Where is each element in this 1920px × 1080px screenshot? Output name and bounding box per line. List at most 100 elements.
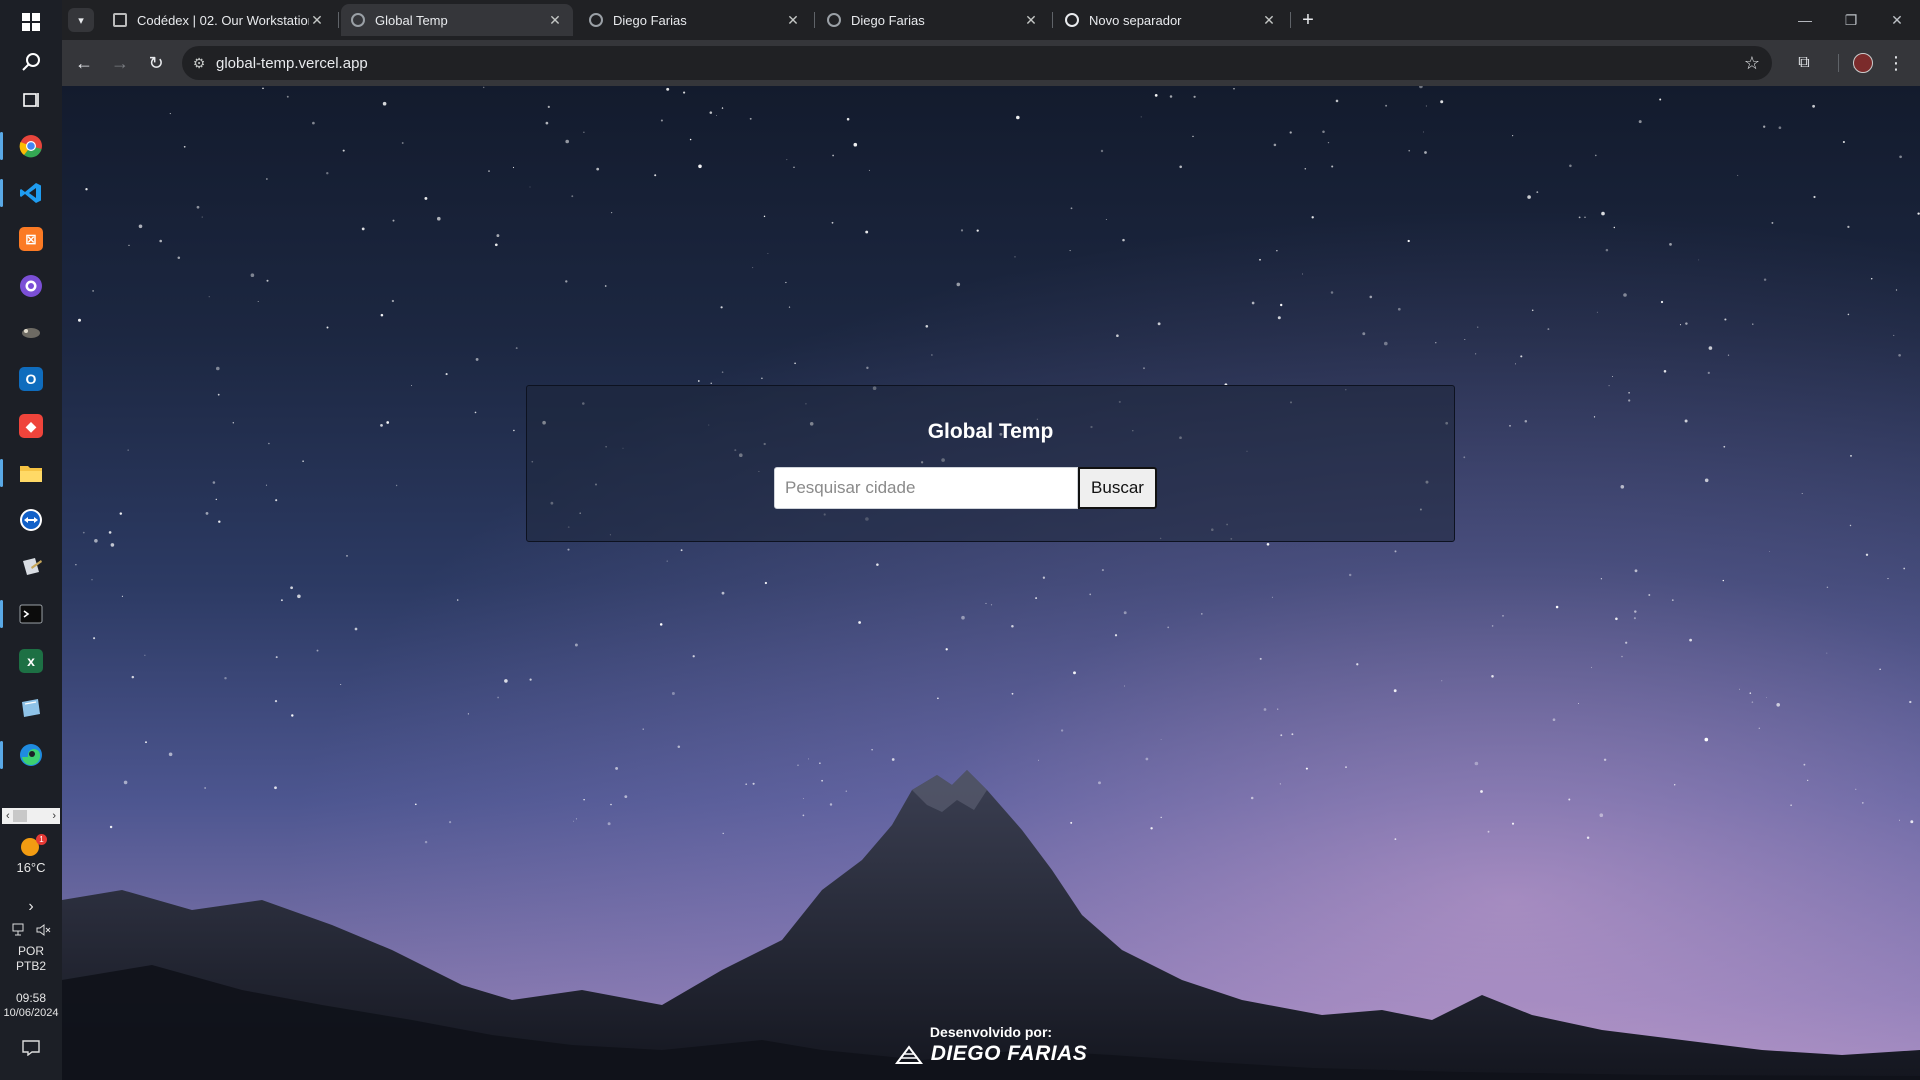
star xyxy=(1277,316,1281,320)
search-button[interactable]: Buscar xyxy=(1078,467,1157,509)
scroll-left-icon[interactable]: ‹ xyxy=(2,810,10,822)
new-tab-button[interactable]: + xyxy=(1294,6,1322,34)
star xyxy=(1751,701,1754,703)
star xyxy=(865,230,869,234)
star xyxy=(78,318,81,322)
star xyxy=(1903,567,1906,570)
star xyxy=(1291,733,1294,736)
notification-center-icon[interactable] xyxy=(0,1040,62,1061)
bookmark-star-icon[interactable]: ☆ xyxy=(1744,53,1760,74)
close-window-button[interactable]: ✕ xyxy=(1874,0,1920,40)
star xyxy=(265,484,268,486)
star xyxy=(1192,135,1194,138)
star xyxy=(488,170,490,172)
star xyxy=(1263,708,1267,711)
star xyxy=(654,174,657,177)
tab-global-temp[interactable]: Global Temp ✕ xyxy=(341,4,573,36)
star xyxy=(1842,140,1845,144)
tab-close-icon[interactable]: ✕ xyxy=(547,12,563,29)
tab-title: Global Temp xyxy=(375,12,448,28)
star xyxy=(1595,154,1597,157)
tab-close-icon[interactable]: ✕ xyxy=(1261,12,1277,29)
github-icon[interactable] xyxy=(0,264,62,308)
file-explorer-icon[interactable] xyxy=(0,451,62,495)
star xyxy=(709,111,713,114)
teamviewer-icon[interactable] xyxy=(0,498,62,542)
star xyxy=(1917,212,1920,215)
beaver-icon[interactable] xyxy=(0,310,62,354)
star xyxy=(698,164,702,169)
tab-diego-farias-2[interactable]: Diego Farias ✕ xyxy=(817,4,1049,36)
chevron-right-icon[interactable]: › xyxy=(0,898,62,916)
restore-button[interactable]: ❐ xyxy=(1828,0,1874,40)
excel-icon[interactable]: x xyxy=(0,639,62,683)
notes-icon[interactable] xyxy=(0,686,62,730)
edge-icon[interactable] xyxy=(0,733,62,777)
tab-close-icon[interactable]: ✕ xyxy=(785,12,801,29)
anydesk-icon[interactable]: ◆ xyxy=(0,404,62,448)
star xyxy=(274,700,278,703)
star xyxy=(497,696,499,699)
address-url[interactable]: global-temp.vercel.app xyxy=(216,55,368,72)
back-button[interactable]: ← xyxy=(68,47,100,79)
tab-close-icon[interactable]: ✕ xyxy=(1023,12,1039,29)
task-view-icon[interactable] xyxy=(0,78,62,122)
star xyxy=(1704,737,1709,742)
star xyxy=(1849,524,1852,527)
star xyxy=(945,648,948,651)
star xyxy=(1601,211,1605,216)
star xyxy=(529,186,531,188)
star xyxy=(1277,708,1279,710)
star xyxy=(794,362,796,365)
tab-close-icon[interactable]: ✕ xyxy=(309,12,325,29)
star xyxy=(720,306,723,309)
weather-widget[interactable]: 1 16°C xyxy=(0,834,62,875)
tab-novo-separador[interactable]: Novo separador ✕ xyxy=(1055,4,1287,36)
reload-button[interactable]: ↻ xyxy=(140,47,172,79)
language-indicator[interactable]: POR PTB2 xyxy=(0,944,62,974)
star xyxy=(1766,697,1767,698)
volume-muted-icon[interactable] xyxy=(36,923,52,937)
star xyxy=(275,499,278,502)
outlook-icon[interactable]: O xyxy=(0,357,62,401)
address-bar[interactable]: ⚙ global-temp.vercel.app ☆ xyxy=(182,46,1772,80)
vscode-icon[interactable] xyxy=(0,171,62,215)
taskbar-scrollbar[interactable]: ‹ › xyxy=(2,808,60,824)
extensions-icon[interactable]: ⧉ xyxy=(1788,47,1820,79)
tab-separator xyxy=(338,12,339,28)
star xyxy=(956,282,961,287)
terminal-icon[interactable] xyxy=(0,592,62,636)
star xyxy=(205,511,209,515)
scroll-right-icon[interactable]: › xyxy=(52,810,60,822)
star xyxy=(1569,164,1572,168)
tab-diego-farias-1[interactable]: Diego Farias ✕ xyxy=(579,4,811,36)
star xyxy=(145,741,147,744)
star xyxy=(1259,258,1261,261)
star xyxy=(380,313,384,317)
network-icon[interactable] xyxy=(12,923,28,937)
star xyxy=(1394,550,1397,553)
star xyxy=(925,325,929,328)
tab-search-chevron-icon[interactable]: ▾ xyxy=(68,8,94,32)
xampp-icon[interactable]: ⊠ xyxy=(0,217,62,261)
menu-kebab-icon[interactable]: ⋮ xyxy=(1880,47,1912,79)
profile-avatar[interactable] xyxy=(1853,53,1873,73)
notepad-icon[interactable] xyxy=(0,545,62,589)
star xyxy=(1011,625,1014,628)
clock-time: 09:58 xyxy=(15,991,47,1005)
chrome-icon[interactable] xyxy=(0,124,62,168)
footer-brand[interactable]: DIEGO FARIAS xyxy=(894,1042,1088,1066)
clock[interactable]: 09:58 10/06/2024 xyxy=(0,991,62,1021)
site-info-icon[interactable]: ⚙ xyxy=(182,55,216,72)
scroll-thumb[interactable] xyxy=(13,810,27,822)
forward-button[interactable]: → xyxy=(104,47,136,79)
star xyxy=(1531,309,1534,312)
city-search-input[interactable] xyxy=(774,467,1078,509)
star xyxy=(1620,485,1625,489)
minimize-button[interactable]: — xyxy=(1782,0,1828,40)
star xyxy=(1157,322,1161,326)
star xyxy=(82,531,85,534)
tab-codedex[interactable]: Codédex | 02. Our Workstation ✕ xyxy=(103,4,335,36)
star xyxy=(1634,569,1638,573)
windows-start-icon[interactable] xyxy=(0,0,62,44)
